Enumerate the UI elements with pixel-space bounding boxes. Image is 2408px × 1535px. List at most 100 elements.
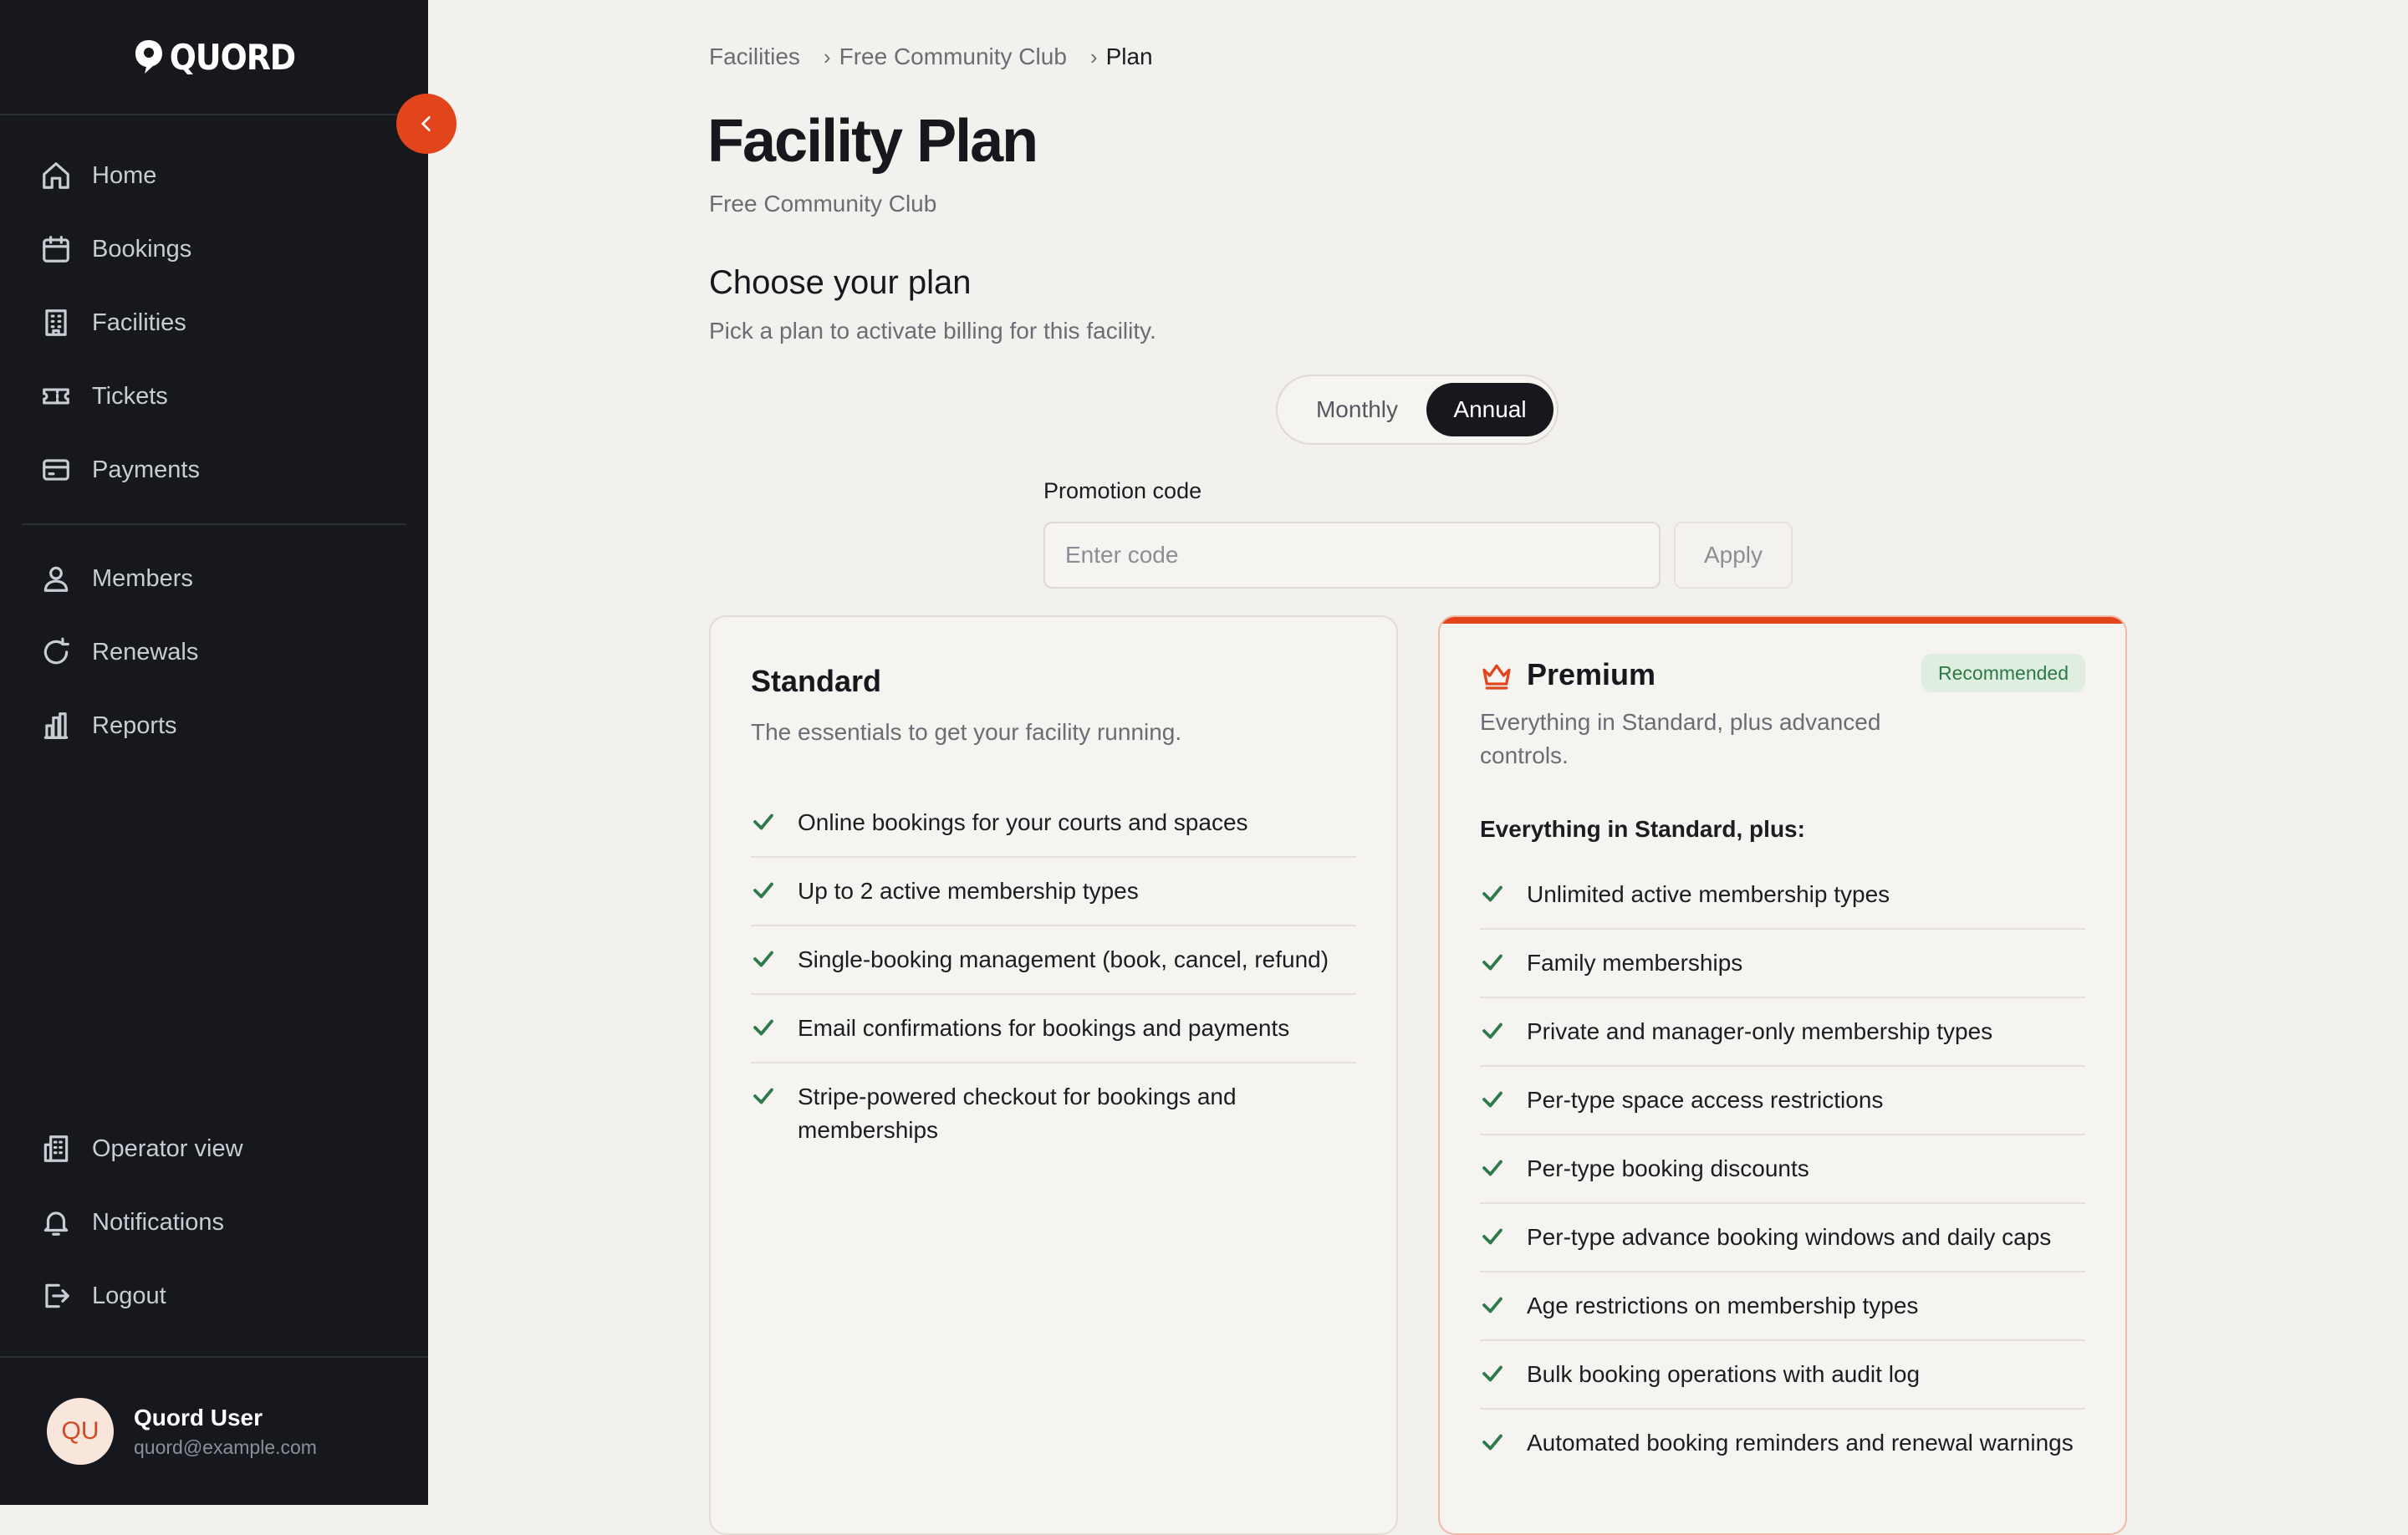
check-icon [751,878,776,903]
avatar: QU [47,1398,114,1465]
breadcrumb: Facilities › Free Community Club › Plan [709,43,1153,70]
sidebar-item-home[interactable]: Home [22,139,406,212]
home-icon [43,162,69,189]
list-item: Single-booking management (book, cancel,… [751,926,1356,995]
page-subtitle: Free Community Club [709,191,937,217]
sidebar-item-bookings[interactable]: Bookings [22,212,406,286]
feature-text: Family memberships [1527,950,1743,976]
plan-description: The essentials to get your facility runn… [751,719,1182,745]
feature-text: Unlimited active membership types [1527,881,1890,907]
section-title: Choose your plan [709,264,972,301]
sidebar-item-label: Reports [92,711,177,739]
chevron-right-icon: › [823,43,831,69]
feature-list: Unlimited active membership types Family… [1480,861,2085,1478]
feature-text: Per-type space access restrictions [1527,1087,1884,1113]
sidebar-item-label: Facilities [92,309,186,336]
brand-name: QUORD [169,36,296,78]
logo-mark-icon [135,40,162,74]
check-icon [751,809,776,834]
list-item: Email confirmations for bookings and pay… [751,995,1356,1063]
promo-code-input[interactable]: Enter code [1043,522,1661,589]
toggle-monthly[interactable]: Monthly [1286,383,1428,436]
list-item: Online bookings for your courts and spac… [751,789,1356,858]
sidebar-divider [0,114,428,115]
list-item: Bulk booking operations with audit log [1480,1341,2085,1410]
breadcrumb-item-current: Plan [1105,43,1153,69]
billing-period-toggle: Monthly Annual [1276,375,1559,445]
list-item: Stripe-powered checkout for bookings and… [751,1063,1356,1164]
check-icon [1480,1430,1505,1455]
feature-text: Online bookings for your courts and spac… [798,809,1248,835]
logout-icon [45,1283,69,1308]
feature-text: Single-booking management (book, cancel,… [798,946,1329,972]
feature-text: Email confirmations for bookings and pay… [798,1015,1290,1041]
list-item: Per-type space access restrictions [1480,1067,2085,1135]
sidebar-item-tickets[interactable]: Tickets [22,360,406,433]
user-profile[interactable]: QU Quord User quord@example.com [47,1398,317,1465]
feature-text: Private and manager-only membership type… [1527,1018,1993,1044]
user-email: quord@example.com [134,1436,317,1458]
sidebar-item-label: Notifications [92,1208,224,1236]
credit-card-icon [43,459,69,481]
sidebar-item-members[interactable]: Members [22,542,406,615]
toggle-annual[interactable]: Annual [1426,383,1553,436]
check-icon [1480,950,1505,975]
check-icon [1480,1087,1505,1112]
feature-list: Online bookings for your courts and spac… [751,789,1356,1164]
list-item: Per-type booking discounts [1480,1135,2085,1204]
section-description: Pick a plan to activate billing for this… [709,318,1156,344]
breadcrumb-item-facility[interactable]: Free Community Club [839,43,1067,70]
sidebar-item-notifications[interactable]: Notifications [22,1186,406,1259]
check-icon [1480,1155,1505,1181]
sidebar-item-facilities[interactable]: Facilities [22,286,406,360]
features-heading: Everything in Standard, plus: [1480,816,1805,842]
bar-chart-icon [43,712,69,739]
sidebar-item-label: Renewals [92,638,199,666]
sidebar-divider [22,523,406,525]
breadcrumb-item-facilities[interactable]: Facilities [709,43,800,70]
user-name: Quord User [134,1404,263,1430]
brand-logo[interactable]: QUORD [0,33,428,80]
footer-nav: Operator view Notifications Logout [22,1112,406,1333]
sidebar-item-label: Operator view [92,1135,243,1162]
refresh-icon [43,637,69,665]
list-item: Family memberships [1480,930,2085,998]
feature-text: Age restrictions on membership types [1527,1293,1919,1318]
plan-card-premium[interactable]: Premium Recommended Everything in Standa… [1438,615,2127,1535]
promo-code-label: Promotion code [1043,478,1202,503]
chevron-right-icon: › [1089,43,1098,69]
operator-building-icon [43,1135,69,1162]
list-item: Up to 2 active membership types [751,858,1356,926]
plan-name: Standard [751,664,882,698]
sidebar-item-reports[interactable]: Reports [22,689,406,762]
apply-button[interactable]: Apply [1674,522,1793,589]
recommended-accent-bar [1440,617,2125,624]
feature-text: Stripe-powered checkout for bookings and… [798,1084,1237,1143]
sidebar-divider [0,1356,428,1358]
sidebar-item-payments[interactable]: Payments [22,433,406,507]
sidebar-item-label: Logout [92,1282,166,1309]
plan-description: Everything in Standard, plus advanced co… [1480,709,1881,768]
list-item: Per-type advance booking windows and dai… [1480,1204,2085,1272]
check-icon [1480,1018,1505,1043]
plan-card-standard[interactable]: Standard The essentials to get your faci… [709,615,1398,1535]
sidebar-item-operator-view[interactable]: Operator view [22,1112,406,1186]
list-item: Unlimited active membership types [1480,861,2085,930]
sidebar-item-label: Payments [92,456,200,483]
sidebar-item-label: Members [92,564,193,592]
check-icon [1480,1361,1505,1386]
feature-text: Per-type advance booking windows and dai… [1527,1224,2052,1250]
list-item: Age restrictions on membership types [1480,1272,2085,1341]
collapse-sidebar-button[interactable] [396,94,457,154]
ticket-icon [43,388,69,405]
chevron-left-icon [421,116,431,131]
sidebar-item-logout[interactable]: Logout [22,1259,406,1333]
page-title: Facility Plan [707,108,1038,175]
crown-icon [1482,664,1511,690]
check-icon [751,946,776,971]
sidebar-item-label: Bookings [92,235,192,263]
sidebar-item-renewals[interactable]: Renewals [22,615,406,689]
feature-text: Automated booking reminders and renewal … [1527,1430,2074,1456]
calendar-icon [43,236,69,263]
building-icon [45,309,67,336]
